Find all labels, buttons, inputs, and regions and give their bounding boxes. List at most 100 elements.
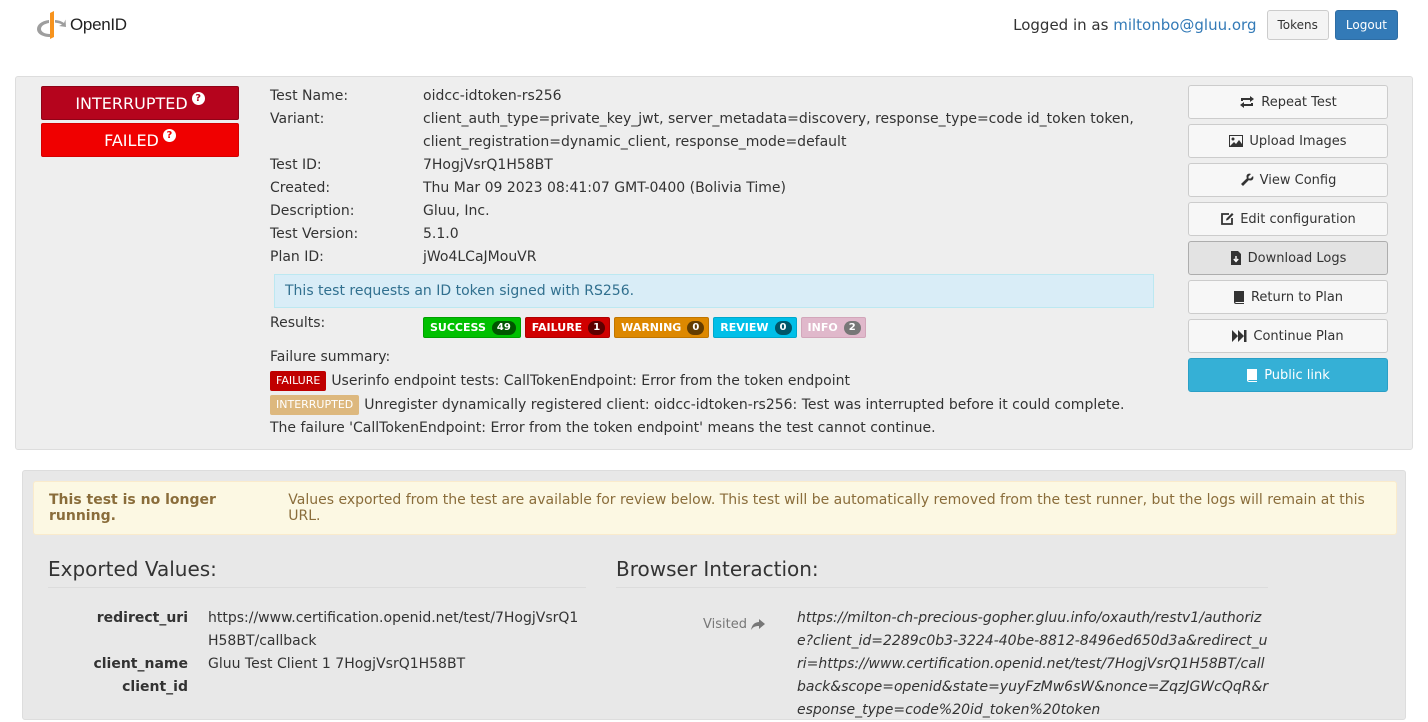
logo-text: OpenID xyxy=(70,15,127,34)
variant-line-2: client_registration=dynamic_client, resp… xyxy=(423,134,847,150)
created-value: Thu Mar 09 2023 08:41:07 GMT-0400 (Boliv… xyxy=(423,180,786,196)
edit-configuration-label: Edit configuration xyxy=(1240,211,1356,227)
description-label: Description: xyxy=(270,203,355,219)
interrupted-tag[interactable]: INTERRUPTED xyxy=(270,395,360,415)
exported-key: client_name xyxy=(93,656,188,672)
test-version-row: Test Version: 5.1.0 xyxy=(270,223,1150,246)
failure-summary-text: Unregister dynamically registered client… xyxy=(270,397,1125,436)
failure-badge[interactable]: FAILURE 1 xyxy=(524,317,611,338)
results-badges: SUCCESS 49 FAILURE 1 WARNING 0 REVIEW 0 INFO… xyxy=(423,314,866,340)
notice-bold: This test is no longer running. xyxy=(49,492,216,524)
test-actions: Repeat Test Upload Images View Config Ed… xyxy=(1188,85,1388,397)
public-link-button[interactable]: Public link xyxy=(1188,358,1388,392)
exported-values-list: redirect_uri https://www.certification.o… xyxy=(48,607,588,699)
failure-summary-label: Failure summary: xyxy=(270,349,391,365)
description-value: Gluu, Inc. xyxy=(423,203,490,219)
exported-values-title: Exported Values: xyxy=(48,557,586,588)
help-icon[interactable]: ? xyxy=(191,91,205,105)
variant-line-1: client_auth_type=private_key_jwt, server… xyxy=(423,111,1134,127)
book-icon xyxy=(1233,291,1244,304)
exported-key: client_id xyxy=(122,679,188,695)
fast-forward-icon xyxy=(1232,330,1247,342)
status-interrupted: INTERRUPTED? xyxy=(41,86,239,120)
info-badge-label: INFO xyxy=(807,321,838,334)
failure-summary-item: INTERRUPTED Unregister dynamically regist… xyxy=(270,394,1150,440)
test-summary-box: This test requests an ID token signed wi… xyxy=(274,274,1154,308)
visited-url[interactable]: https://milton-ch-precious-gopher.gluu.i… xyxy=(797,607,1273,722)
browser-interaction-title: Browser Interaction: xyxy=(616,557,1268,588)
test-details: Test Name: oidcc-idtoken-rs256 Variant: … xyxy=(270,85,1154,440)
info-badge[interactable]: INFO 2 xyxy=(800,317,866,338)
upload-images-label: Upload Images xyxy=(1249,133,1347,149)
exported-value-row: redirect_uri https://www.certification.o… xyxy=(48,607,588,653)
results-row: Results: SUCCESS 49 FAILURE 1 WARNING 0 REV… xyxy=(270,314,1150,340)
continue-plan-label: Continue Plan xyxy=(1253,328,1344,344)
return-to-plan-button[interactable]: Return to Plan xyxy=(1188,280,1388,314)
test-version-value: 5.1.0 xyxy=(423,226,459,242)
image-icon xyxy=(1229,135,1244,147)
failure-summary-item: FAILURE Userinfo endpoint tests: CallToke… xyxy=(270,370,1150,393)
test-id-value: 7HogjVsrQ1H58BT xyxy=(423,157,553,173)
status-failed-label: FAILED xyxy=(104,130,159,150)
exported-value-row: client_name Gluu Test Client 1 7HogjVsrQ… xyxy=(48,653,588,676)
test-not-running-notice: This test is no longer running. Values ex… xyxy=(33,481,1397,535)
plan-id-label: Plan ID: xyxy=(270,249,324,265)
exported-value: https://www.certification.openid.net/tes… xyxy=(208,610,579,649)
login-area: Logged in as miltonbo@gluu.org Tokens Lo… xyxy=(1013,10,1398,40)
tokens-button[interactable]: Tokens xyxy=(1266,10,1329,40)
upload-images-button[interactable]: Upload Images xyxy=(1188,124,1388,158)
download-logs-label: Download Logs xyxy=(1247,250,1347,266)
user-email-link[interactable]: miltonbo@gluu.org xyxy=(1113,16,1256,34)
logout-button[interactable]: Logout xyxy=(1334,10,1398,40)
success-count: 49 xyxy=(491,320,516,335)
plan-id-value: jWo4LCaJMouVR xyxy=(423,249,537,265)
test-name-row: Test Name: oidcc-idtoken-rs256 xyxy=(270,85,1150,108)
wrench-icon xyxy=(1240,173,1254,186)
failure-summary-text: Userinfo endpoint tests: CallTokenEndpoi… xyxy=(331,373,850,389)
download-file-icon xyxy=(1230,251,1241,265)
test-name-label: Test Name: xyxy=(270,88,349,104)
test-id-row: Test ID: 7HogjVsrQ1H58BT xyxy=(270,154,1150,177)
test-id-label: Test ID: xyxy=(270,157,322,173)
repeat-test-button[interactable]: Repeat Test xyxy=(1188,85,1388,119)
exported-value-row: client_id xyxy=(48,676,588,699)
exported-key: redirect_uri xyxy=(96,610,188,626)
status-failed: FAILED? xyxy=(41,123,239,157)
warning-count: 0 xyxy=(687,320,705,335)
openid-logo[interactable]: OpenID xyxy=(36,10,127,40)
continue-plan-button[interactable]: Continue Plan xyxy=(1188,319,1388,353)
created-label: Created: xyxy=(270,180,331,196)
download-logs-button[interactable]: Download Logs xyxy=(1188,241,1388,275)
notice-text: Values exported from the test are availa… xyxy=(288,492,1365,524)
book-icon xyxy=(1247,369,1258,382)
exported-value: Gluu Test Client 1 7HogjVsrQ1H58BT xyxy=(208,656,466,672)
view-config-label: View Config xyxy=(1259,172,1337,188)
success-badge-label: SUCCESS xyxy=(430,321,486,334)
return-to-plan-label: Return to Plan xyxy=(1250,289,1344,305)
logged-in-text: Logged in as miltonbo@gluu.org xyxy=(1013,16,1256,34)
review-badge[interactable]: REVIEW 0 xyxy=(713,317,797,338)
test-version-label: Test Version: xyxy=(270,226,359,242)
warning-badge[interactable]: WARNING 0 xyxy=(614,317,710,338)
status-interrupted-label: INTERRUPTED xyxy=(75,93,188,113)
repeat-icon xyxy=(1240,96,1255,108)
exported-value xyxy=(208,676,588,699)
failure-count: 1 xyxy=(588,320,606,335)
public-link-label: Public link xyxy=(1264,367,1330,383)
description-row: Description: Gluu, Inc. xyxy=(270,200,1150,223)
visited-text: Visited xyxy=(703,617,747,632)
review-count: 0 xyxy=(774,320,792,335)
failure-badge-label: FAILURE xyxy=(531,321,583,334)
help-icon[interactable]: ? xyxy=(162,128,176,142)
visited-label: Visited xyxy=(703,617,765,632)
created-row: Created: Thu Mar 09 2023 08:41:07 GMT-04… xyxy=(270,177,1150,200)
edit-configuration-button[interactable]: Edit configuration xyxy=(1188,202,1388,236)
failure-tag[interactable]: FAILURE xyxy=(270,371,327,391)
test-name-value: oidcc-idtoken-rs256 xyxy=(423,88,562,104)
view-config-button[interactable]: View Config xyxy=(1188,163,1388,197)
results-label: Results: xyxy=(270,315,326,331)
logged-in-prefix: Logged in as xyxy=(1013,16,1114,34)
variant-label: Variant: xyxy=(270,111,325,127)
success-badge[interactable]: SUCCESS 49 xyxy=(423,317,521,338)
test-output-panel: This test is no longer running. Values ex… xyxy=(22,470,1406,720)
